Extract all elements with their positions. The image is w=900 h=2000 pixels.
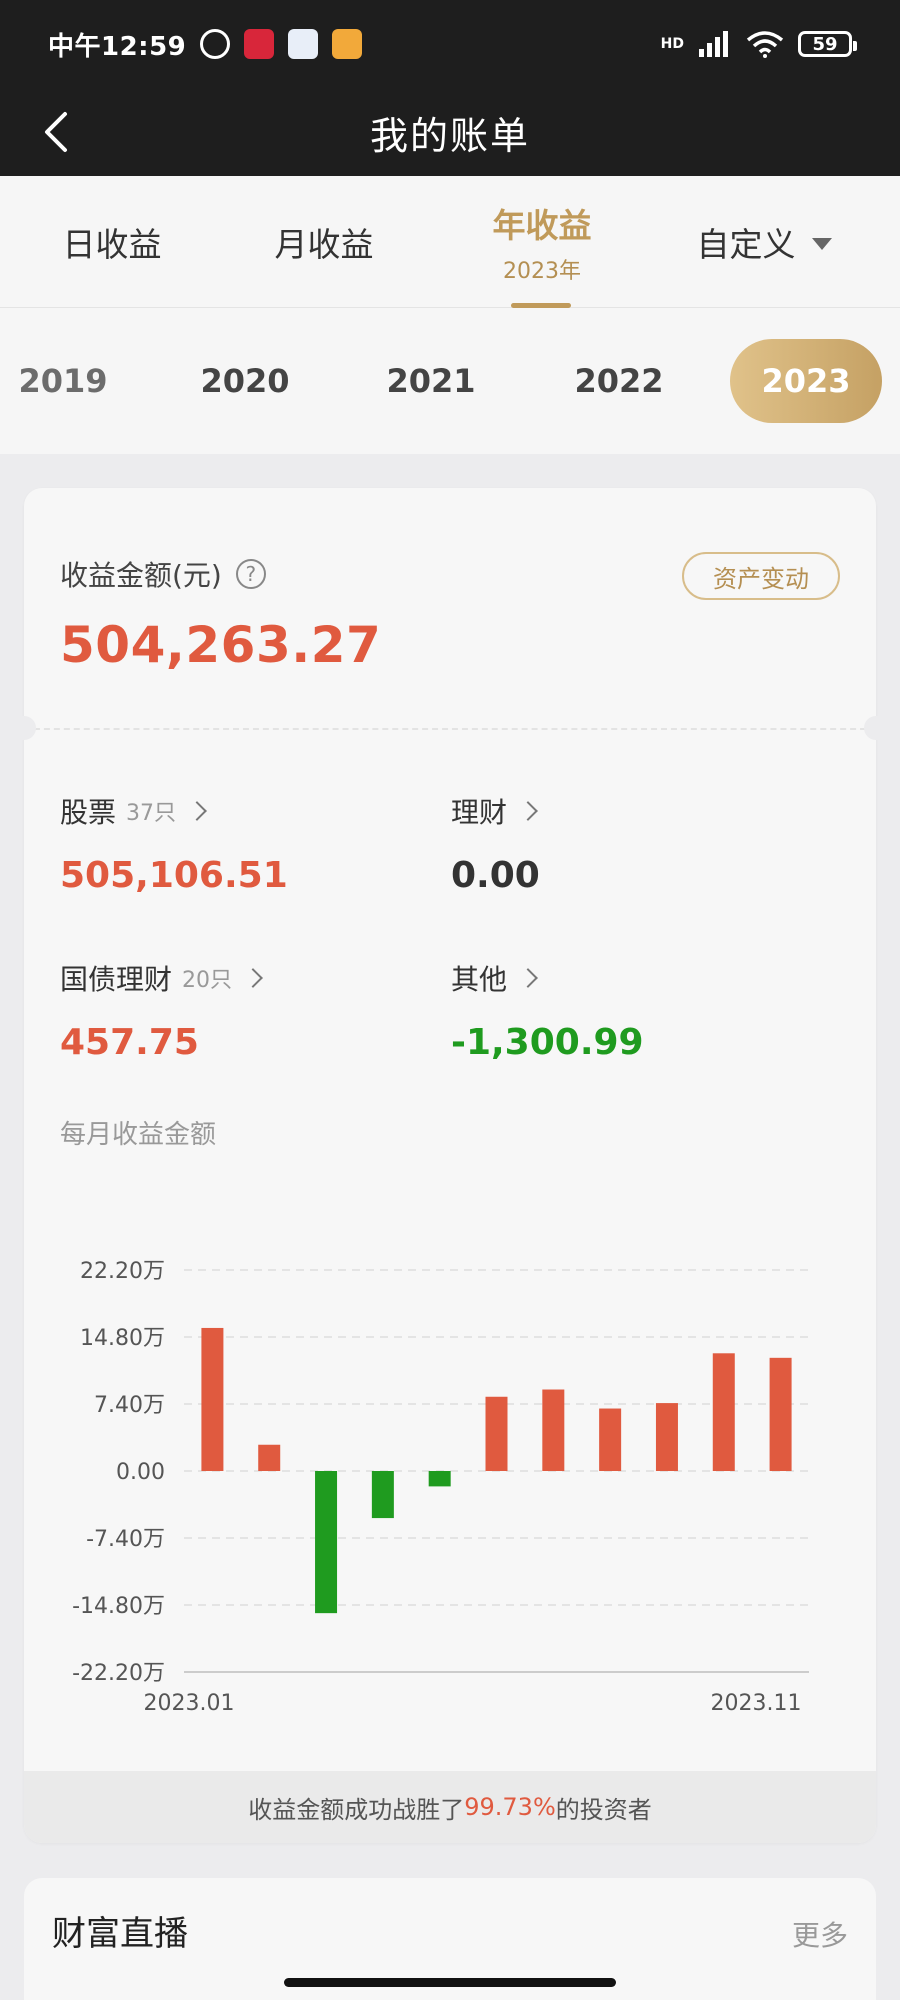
tab-label: 月收益 bbox=[274, 225, 374, 264]
category-count: 20只 bbox=[182, 968, 233, 993]
section-title: 财富直播 bbox=[52, 1914, 188, 1954]
tab-monthly-profit[interactable]: 月收益 bbox=[268, 176, 380, 308]
question-circle-icon[interactable]: ? bbox=[235, 559, 266, 589]
chart-bar[interactable] bbox=[371, 1471, 394, 1519]
monthly-profit-chart: 22.20万 14.80万 7.40万 0.00 -7.40万 -14.80万 -22.20… bbox=[72, 1259, 809, 1716]
year-chip-2021[interactable]: 2021 bbox=[376, 339, 486, 423]
chart-y-tick-label: 14.80万 bbox=[80, 1326, 165, 1351]
category-stocks[interactable]: 股票 37只 505,106.51 bbox=[60, 791, 288, 896]
chevron-right-icon bbox=[518, 968, 538, 988]
battery-level: 59 bbox=[812, 33, 838, 55]
year-selector: 2019 2020 2021 2022 2023 bbox=[0, 308, 900, 454]
category-wealth-management[interactable]: 理财 0.00 bbox=[451, 791, 540, 896]
category-value: 0.00 bbox=[451, 855, 540, 896]
home-indicator[interactable] bbox=[284, 1978, 616, 1987]
chart-y-tick-label: 0.00 bbox=[116, 1460, 165, 1485]
category-value: -1,300.99 bbox=[451, 1022, 644, 1063]
beat-percent: 99.73% bbox=[464, 1793, 556, 1821]
category-label-row: 理财 bbox=[451, 791, 540, 831]
year-chip-2019[interactable]: 2019 bbox=[8, 339, 118, 423]
category-other[interactable]: 其他 -1,300.99 bbox=[451, 958, 644, 1063]
chart-y-tick-label: -22.20万 bbox=[72, 1661, 165, 1686]
signal-icon bbox=[699, 31, 728, 57]
chart-bar[interactable] bbox=[258, 1444, 281, 1471]
category-count: 37只 bbox=[126, 801, 177, 826]
chart-bar[interactable] bbox=[315, 1471, 338, 1614]
tab-custom-range[interactable]: 自定义 bbox=[684, 176, 844, 308]
category-treasury-bonds[interactable]: 国债理财 20只 457.75 bbox=[60, 958, 263, 1063]
period-tabs: 日收益 月收益 年收益 2023年 自定义 bbox=[0, 176, 900, 308]
caret-down-icon bbox=[811, 238, 832, 250]
tab-label: 自定义 bbox=[696, 225, 796, 264]
status-bar: 中午12:59 HD 59 bbox=[0, 0, 900, 88]
chart-y-tick-label: 7.40万 bbox=[94, 1393, 165, 1418]
category-value: 505,106.51 bbox=[60, 855, 288, 896]
card-notch bbox=[12, 716, 36, 740]
year-label: 2021 bbox=[386, 362, 476, 400]
chart-x-tick-label: 2023.01 bbox=[144, 1691, 235, 1716]
chevron-right-icon bbox=[243, 968, 263, 988]
wifi-icon bbox=[746, 31, 784, 58]
alarm-icon bbox=[200, 29, 231, 59]
tab-label: 日收益 bbox=[62, 225, 162, 264]
page-title: 我的账单 bbox=[369, 113, 530, 158]
chevron-left-icon bbox=[45, 112, 67, 152]
chart-bar[interactable] bbox=[485, 1396, 508, 1471]
app-icon bbox=[244, 29, 275, 59]
beat-prefix: 收益金额成功战胜了 bbox=[248, 1795, 465, 1824]
beat-investors-banner: 收益金额成功战胜了 99.73% 的投资者 bbox=[24, 1771, 876, 1843]
profit-card: 收益金额(元) ? 504,263.27 资产变动 股票 37只 505,106… bbox=[12, 488, 888, 1843]
year-chip-2022[interactable]: 2022 bbox=[564, 339, 674, 423]
category-label: 理财 bbox=[451, 796, 508, 829]
nav-bar: 我的账单 bbox=[0, 88, 900, 176]
beat-suffix: 的投资者 bbox=[555, 1795, 652, 1824]
chart-bar[interactable] bbox=[599, 1408, 622, 1471]
chart-y-tick-label: 22.20万 bbox=[80, 1259, 165, 1284]
more-link[interactable]: 更多 bbox=[792, 1914, 848, 1954]
category-label: 股票 bbox=[60, 796, 117, 829]
category-label: 其他 bbox=[451, 963, 508, 996]
monthly-profit-title: 每月收益金额 bbox=[60, 1120, 217, 1150]
chart-bar[interactable] bbox=[542, 1389, 565, 1471]
card-notch bbox=[864, 716, 888, 740]
back-button[interactable] bbox=[26, 102, 86, 162]
year-chip-2020[interactable]: 2020 bbox=[190, 339, 300, 423]
profit-total-value: 504,263.27 bbox=[60, 616, 382, 674]
chart-bar[interactable] bbox=[201, 1327, 224, 1471]
category-label-row: 其他 bbox=[451, 958, 644, 998]
tab-label: 年收益 bbox=[492, 206, 592, 245]
tab-daily-profit[interactable]: 日收益 bbox=[56, 176, 168, 308]
divider bbox=[24, 728, 876, 730]
app-icon bbox=[332, 29, 363, 59]
asset-change-button[interactable]: 资产变动 bbox=[682, 552, 840, 600]
year-label: 2023 bbox=[761, 362, 851, 400]
chart-y-tick-label: -7.40万 bbox=[86, 1527, 165, 1552]
category-label-row: 股票 37只 bbox=[60, 791, 288, 831]
tab-yearly-profit[interactable]: 年收益 2023年 bbox=[486, 176, 598, 308]
chart-y-tick-label: -14.80万 bbox=[72, 1594, 165, 1619]
chevron-right-icon bbox=[518, 801, 538, 821]
tab-sub-label: 2023年 bbox=[503, 259, 581, 284]
status-time: 中午12:59 bbox=[48, 31, 187, 62]
category-label: 国债理财 bbox=[60, 963, 173, 996]
chart-bar[interactable] bbox=[769, 1357, 792, 1471]
chart-x-tick-label: 2023.11 bbox=[711, 1691, 802, 1716]
chart-bar[interactable] bbox=[712, 1353, 735, 1471]
chart-bar[interactable] bbox=[655, 1403, 678, 1471]
category-label-row: 国债理财 20只 bbox=[60, 958, 263, 998]
year-chip-2023-selected[interactable]: 2023 bbox=[730, 339, 882, 423]
battery-icon: 59 bbox=[798, 31, 857, 57]
category-value: 457.75 bbox=[60, 1022, 199, 1063]
profit-label-text: 收益金额(元) bbox=[60, 559, 222, 592]
chart-bar[interactable] bbox=[428, 1471, 451, 1487]
year-label: 2020 bbox=[200, 362, 290, 400]
year-label: 2019 bbox=[18, 362, 108, 400]
chevron-right-icon bbox=[187, 801, 207, 821]
year-label: 2022 bbox=[574, 362, 664, 400]
profit-summary: 收益金额(元) ? 504,263.27 资产变动 bbox=[24, 488, 876, 728]
hd-label: HD bbox=[660, 36, 684, 52]
app-icon bbox=[288, 29, 319, 59]
profit-label: 收益金额(元) ? bbox=[60, 554, 266, 594]
